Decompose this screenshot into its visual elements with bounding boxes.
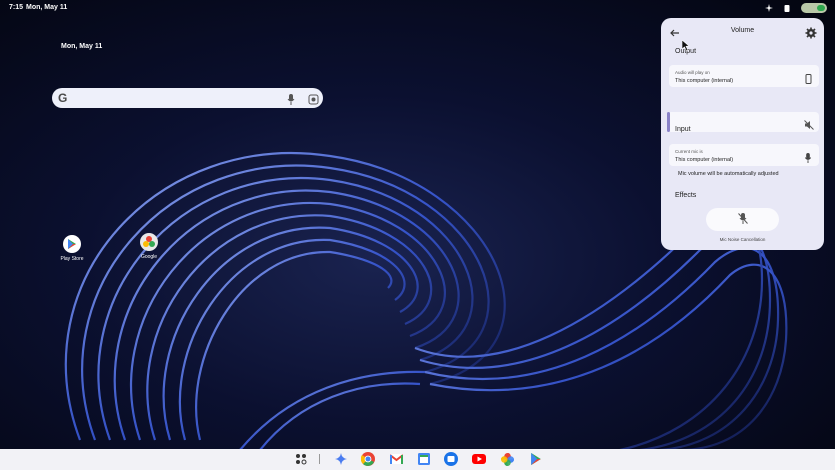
gear-icon[interactable] xyxy=(805,26,817,39)
youtube-icon[interactable] xyxy=(472,452,486,466)
slider-fill[interactable] xyxy=(667,112,670,132)
input-device-name: This computer (internal) xyxy=(675,157,734,163)
mic-noise-cancel-icon xyxy=(737,211,748,229)
launcher-icon[interactable] xyxy=(294,452,308,466)
noise-cancellation-label: Mic Noise Cancellation xyxy=(719,237,766,242)
input-device-card[interactable]: Current mic is This computer (internal) xyxy=(669,144,819,166)
google-icon xyxy=(140,233,158,251)
effects-heading: Effects xyxy=(675,192,697,199)
gmail-icon[interactable] xyxy=(389,452,403,466)
calendar-icon[interactable] xyxy=(417,452,431,466)
phone-icon xyxy=(804,71,813,84)
output-device-name: This computer (internal) xyxy=(675,78,734,84)
input-device-label: Current mic is xyxy=(675,149,703,154)
files-icon[interactable] xyxy=(444,452,458,466)
shelf xyxy=(0,449,835,470)
status-time[interactable]: 7:15 xyxy=(9,4,23,11)
chrome-icon[interactable] xyxy=(361,452,375,466)
shelf-divider xyxy=(319,454,320,464)
output-device-label: Audio will play on xyxy=(675,70,710,75)
app-label: Play Store xyxy=(60,256,84,262)
panel-title: Volume xyxy=(730,27,755,34)
desktop-app-google[interactable]: Google xyxy=(129,233,169,260)
volume-off-icon[interactable] xyxy=(804,117,814,130)
battery-icon xyxy=(817,5,825,11)
mic-icon xyxy=(804,150,813,163)
battery-saver-icon[interactable] xyxy=(783,4,791,12)
desktop-app-play-store[interactable]: Play Store xyxy=(52,235,92,262)
google-logo: G xyxy=(58,91,68,105)
mouse-cursor-icon xyxy=(681,38,690,56)
photos-icon[interactable] xyxy=(500,452,514,466)
sparkle-icon[interactable] xyxy=(765,4,773,12)
play-store-icon[interactable] xyxy=(529,452,543,466)
mic-icon[interactable] xyxy=(287,92,295,110)
noise-cancellation-toggle[interactable] xyxy=(706,208,779,231)
input-heading: Input xyxy=(675,126,691,133)
gemini-icon[interactable] xyxy=(334,452,348,466)
status-date[interactable]: Mon, May 11 xyxy=(26,4,67,11)
output-device-card[interactable]: Audio will play on This computer (intern… xyxy=(669,65,819,87)
app-label: Google xyxy=(140,254,158,260)
status-bar: 7:15 Mon, May 11 xyxy=(0,0,835,18)
mic-note: Mic volume will be automatically adjuste… xyxy=(678,171,779,177)
search-bar[interactable]: G xyxy=(52,88,323,108)
lens-icon[interactable] xyxy=(308,92,319,110)
play-store-icon xyxy=(63,235,81,253)
quick-settings-toggle[interactable] xyxy=(801,3,827,13)
desktop-date: Mon, May 11 xyxy=(61,43,103,50)
